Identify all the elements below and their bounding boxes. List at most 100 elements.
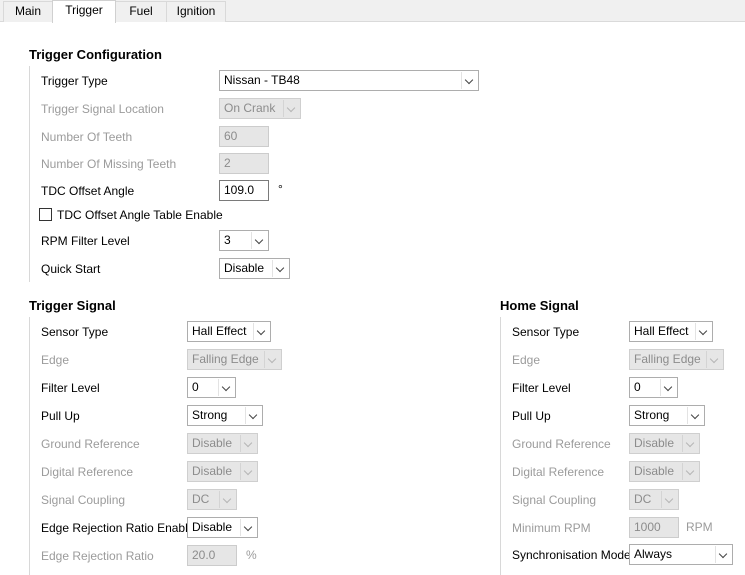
- trigger-signal-divider: [29, 317, 30, 575]
- ts-edge-label: Edge: [41, 353, 70, 367]
- hs-sync-mode-value: Always: [634, 547, 673, 561]
- hs-pull-up-value: Strong: [634, 408, 670, 422]
- ts-sensor-type-value: Hall Effect: [192, 324, 247, 338]
- missing-teeth-value: 2: [224, 156, 231, 170]
- ts-sensor-type-label: Sensor Type: [41, 325, 109, 339]
- ts-ground-ref-label: Ground Reference: [41, 437, 140, 451]
- chevron-down-icon: [240, 435, 256, 452]
- hs-min-rpm-field[interactable]: 1000: [629, 517, 679, 538]
- ts-edge-rej-enable-select[interactable]: Disable: [187, 517, 258, 538]
- hs-sensor-type-value: Hall Effect: [634, 324, 689, 338]
- ts-digital-ref-select[interactable]: Disable: [187, 461, 258, 482]
- chevron-down-icon: [283, 100, 299, 117]
- ts-edge-rej-ratio-field[interactable]: 20.0: [187, 545, 237, 566]
- ts-sensor-type-select[interactable]: Hall Effect: [187, 321, 271, 342]
- trigger-config-title: Trigger Configuration: [29, 47, 162, 62]
- ts-pull-up-label: Pull Up: [41, 409, 80, 423]
- hs-sync-mode-label: Synchronisation Mode: [512, 548, 631, 562]
- chevron-down-icon: [660, 379, 676, 396]
- number-of-teeth-value: 60: [224, 129, 238, 143]
- ts-edge-value: Falling Edge: [192, 352, 259, 366]
- chevron-down-icon: [461, 72, 477, 89]
- hs-edge-value: Falling Edge: [634, 352, 701, 366]
- hs-ground-ref-value: Disable: [634, 436, 675, 450]
- tab-main[interactable]: Main: [3, 1, 53, 22]
- ts-pull-up-select[interactable]: Strong: [187, 405, 263, 426]
- rpm-filter-select[interactable]: 3: [219, 230, 269, 251]
- ts-pull-up-value: Strong: [192, 408, 228, 422]
- hs-min-rpm-value: 1000: [634, 520, 661, 534]
- tdc-offset-label: TDC Offset Angle: [41, 184, 135, 198]
- missing-teeth-label: Number Of Missing Teeth: [41, 157, 177, 171]
- number-of-teeth-label: Number Of Teeth: [41, 130, 133, 144]
- chevron-down-icon: [219, 491, 235, 508]
- hs-digital-ref-select[interactable]: Disable: [629, 461, 700, 482]
- ts-filter-level-select[interactable]: 0: [187, 377, 236, 398]
- chevron-down-icon: [687, 407, 703, 424]
- chevron-down-icon: [251, 232, 267, 249]
- ts-edge-rej-ratio-value: 20.0: [192, 548, 216, 562]
- hs-coupling-label: Signal Coupling: [512, 493, 597, 507]
- hs-filter-level-label: Filter Level: [512, 381, 571, 395]
- tdc-table-enable-label: TDC Offset Angle Table Enable: [57, 208, 223, 222]
- hs-sync-mode-select[interactable]: Always: [629, 544, 733, 565]
- missing-teeth-field[interactable]: 2: [219, 153, 269, 174]
- ts-edge-rej-enable-value: Disable: [192, 520, 233, 534]
- ts-edge-rej-enable-label: Edge Rejection Ratio Enable: [41, 521, 195, 535]
- quick-start-value: Disable: [224, 261, 265, 275]
- percent-unit: %: [246, 548, 257, 562]
- chevron-down-icon: [240, 519, 256, 536]
- rpm-filter-value: 3: [224, 233, 231, 247]
- ts-coupling-select[interactable]: DC: [187, 489, 237, 510]
- trigger-signal-location-select[interactable]: On Crank: [219, 98, 301, 119]
- trigger-type-select[interactable]: Nissan - TB48: [219, 70, 479, 91]
- trigger-config-divider: [29, 66, 30, 282]
- hs-ground-ref-select[interactable]: Disable: [629, 433, 700, 454]
- tdc-offset-field[interactable]: 109.0: [219, 180, 269, 201]
- ts-coupling-value: DC: [192, 492, 210, 506]
- hs-ground-ref-label: Ground Reference: [512, 437, 611, 451]
- chevron-down-icon: [240, 463, 256, 480]
- quick-start-label: Quick Start: [41, 262, 101, 276]
- hs-sensor-type-label: Sensor Type: [512, 325, 580, 339]
- ts-edge-select[interactable]: Falling Edge: [187, 349, 282, 370]
- hs-coupling-select[interactable]: DC: [629, 489, 679, 510]
- home-signal-divider: [500, 317, 501, 575]
- tdc-table-enable-checkbox[interactable]: [39, 208, 52, 221]
- chevron-down-icon: [715, 546, 731, 563]
- quick-start-select[interactable]: Disable: [219, 258, 290, 279]
- ts-edge-rej-ratio-label: Edge Rejection Ratio: [41, 549, 154, 563]
- number-of-teeth-field[interactable]: 60: [219, 126, 269, 147]
- hs-filter-level-value: 0: [634, 380, 641, 394]
- hs-edge-label: Edge: [512, 353, 541, 367]
- hs-edge-select[interactable]: Falling Edge: [629, 349, 724, 370]
- chevron-down-icon: [661, 491, 677, 508]
- tab-trigger[interactable]: Trigger: [52, 0, 116, 23]
- chevron-down-icon: [218, 379, 234, 396]
- trigger-type-label: Trigger Type: [41, 74, 108, 88]
- degree-unit: °: [278, 182, 283, 196]
- rpm-filter-label: RPM Filter Level: [41, 234, 130, 248]
- trigger-signal-title: Trigger Signal: [29, 298, 116, 313]
- ts-coupling-label: Signal Coupling: [41, 493, 126, 507]
- hs-digital-ref-label: Digital Reference: [512, 465, 605, 479]
- ts-digital-ref-value: Disable: [192, 464, 233, 478]
- ts-ground-ref-select[interactable]: Disable: [187, 433, 258, 454]
- tab-ignition[interactable]: Ignition: [166, 1, 226, 22]
- chevron-down-icon: [682, 435, 698, 452]
- hs-filter-level-select[interactable]: 0: [629, 377, 678, 398]
- hs-sensor-type-select[interactable]: Hall Effect: [629, 321, 713, 342]
- tab-fuel[interactable]: Fuel: [115, 1, 167, 22]
- chevron-down-icon: [264, 351, 280, 368]
- chevron-down-icon: [253, 323, 269, 340]
- trigger-signal-location-value: On Crank: [224, 101, 276, 115]
- hs-digital-ref-value: Disable: [634, 464, 675, 478]
- ts-digital-ref-label: Digital Reference: [41, 465, 134, 479]
- rpm-unit: RPM: [686, 520, 713, 534]
- ts-filter-level-label: Filter Level: [41, 381, 100, 395]
- chevron-down-icon: [695, 323, 711, 340]
- ts-ground-ref-value: Disable: [192, 436, 233, 450]
- chevron-down-icon: [245, 407, 261, 424]
- hs-pull-up-select[interactable]: Strong: [629, 405, 705, 426]
- chevron-down-icon: [682, 463, 698, 480]
